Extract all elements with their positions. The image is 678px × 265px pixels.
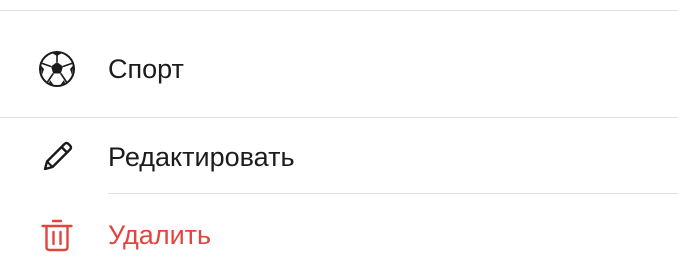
menu-item-delete[interactable]: Удалить	[0, 214, 678, 258]
soccer-ball-icon	[38, 50, 76, 88]
menu-item-edit[interactable]: Редактировать	[0, 136, 678, 180]
trash-icon	[38, 216, 76, 254]
menu-item-sport[interactable]: Спорт	[0, 48, 678, 92]
section-divider	[0, 117, 678, 118]
item-divider	[108, 193, 678, 194]
menu-item-label: Удалить	[108, 220, 212, 250]
pencil-icon	[38, 138, 76, 176]
menu-item-label: Редактировать	[108, 142, 295, 172]
top-divider	[0, 10, 678, 11]
menu-item-label: Спорт	[108, 54, 184, 84]
